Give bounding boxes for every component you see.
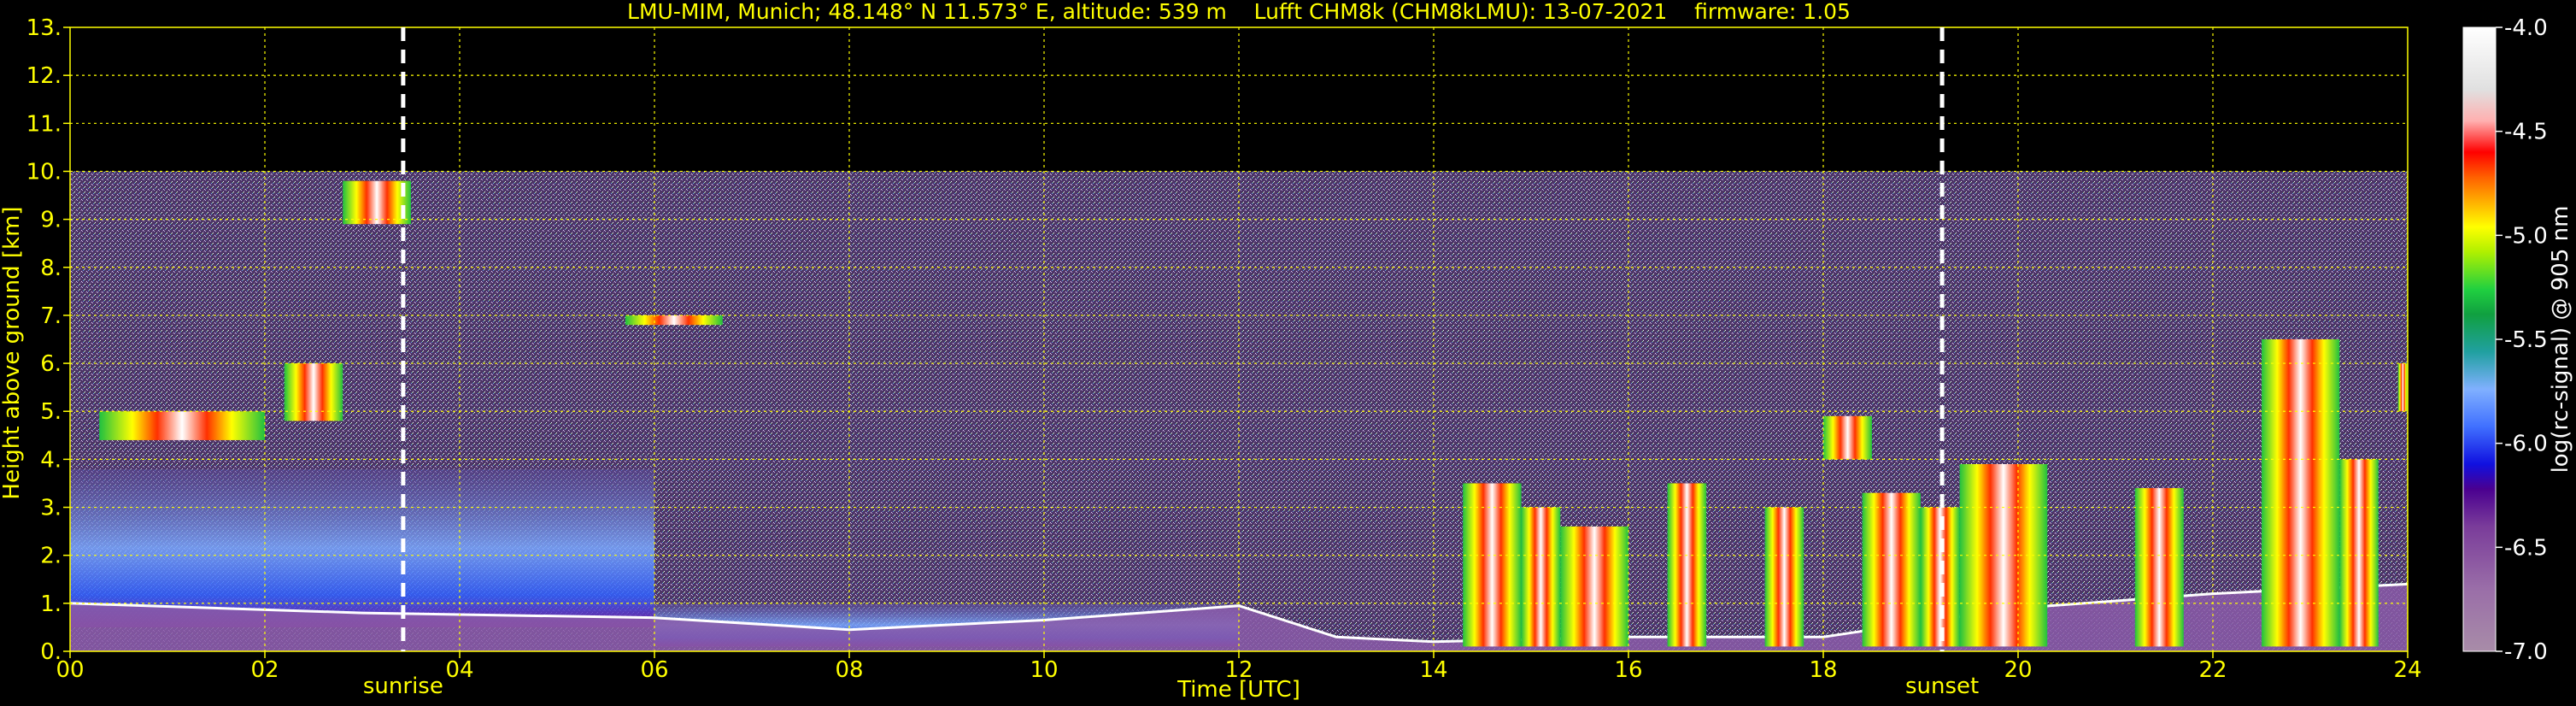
- chart-title: LMU-MIM, Munich; 48.148° N 11.573° E, al…: [627, 0, 1851, 24]
- x-tick-label: 20: [2004, 657, 2032, 683]
- y-tick-label: 4.: [40, 447, 62, 473]
- y-tick-label: 1.: [40, 591, 62, 617]
- cloud-signal: [625, 315, 723, 326]
- x-tick-label: 08: [835, 657, 863, 683]
- cloud-signal: [1521, 507, 1561, 647]
- colorbar: -4.0 -4.5 -5.0 -5.5 -6.0 -6.5 -7.0 log(rc-sign…: [2462, 15, 2573, 665]
- cloud-signal: [99, 411, 265, 440]
- x-tick-label: 14: [1419, 657, 1447, 683]
- y-tick-label: 2.: [40, 544, 62, 569]
- y-tick-label: 10.: [26, 159, 62, 185]
- annotation-label: sunrise: [363, 674, 443, 699]
- annotation-label: sunset: [1905, 674, 1979, 699]
- cloud-signal: [343, 180, 411, 225]
- x-tick-label: 18: [1809, 657, 1837, 683]
- colorbar-label: log(rc-signal) @ 905 nm: [2548, 206, 2573, 474]
- cloud-signal: [2262, 339, 2340, 647]
- y-tick-label: 5.: [40, 399, 62, 425]
- colorbar-tick-label: -6.0: [2504, 432, 2548, 457]
- y-axis-label: Height above ground [km]: [0, 206, 25, 499]
- cloud-signal: [1823, 415, 1872, 460]
- y-tick-label: 12.: [26, 63, 62, 89]
- x-tick-label: 00: [56, 657, 84, 683]
- x-axis-label: Time [UTC]: [1177, 677, 1300, 703]
- colorbar-tick-label: -5.0: [2504, 223, 2548, 249]
- cloud-signal: [2134, 488, 2184, 647]
- colorbar-tick-label: -5.5: [2504, 327, 2548, 353]
- y-tick-label: 3.: [40, 496, 62, 521]
- y-tick-label: 11.: [26, 111, 62, 137]
- x-tick-label: 06: [640, 657, 668, 683]
- colorbar-tick-label: -6.5: [2504, 535, 2548, 561]
- cloud-signal: [1560, 527, 1628, 647]
- x-tick-label: 04: [445, 657, 473, 683]
- y-axis-ticks: 0.1.2.3.4.5.6.7.8.9.10.11.12.13.: [26, 15, 70, 665]
- y-tick-label: 7.: [40, 303, 62, 329]
- x-tick-label: 24: [2393, 657, 2421, 683]
- y-tick-label: 8.: [40, 256, 62, 281]
- x-tick-label: 02: [250, 657, 279, 683]
- cloud-signal: [2397, 363, 2408, 412]
- colorbar-tick-label: -4.5: [2504, 120, 2548, 145]
- x-tick-label: 22: [2198, 657, 2227, 683]
- ceilometer-chart: LMU-MIM, Munich; 48.148° N 11.573° E, al…: [0, 0, 2573, 703]
- colorbar-tick-label: -4.0: [2504, 15, 2548, 41]
- y-tick-label: 6.: [40, 351, 62, 377]
- cloud-signal: [284, 363, 343, 421]
- cloud-signal: [1862, 492, 1921, 647]
- x-tick-label: 10: [1030, 657, 1058, 683]
- y-tick-label: 9.: [40, 208, 62, 233]
- y-tick-label: 13.: [26, 15, 62, 41]
- cloud-signal: [1764, 507, 1804, 647]
- x-tick-label: 16: [1614, 657, 1642, 683]
- colorbar-gradient: [2462, 26, 2497, 652]
- cloud-signal: [2339, 459, 2379, 647]
- colorbar-ticks: -4.0 -4.5 -5.0 -5.5 -6.0 -6.5 -7.0: [2496, 15, 2548, 665]
- colorbar-tick-label: -7.0: [2504, 639, 2548, 665]
